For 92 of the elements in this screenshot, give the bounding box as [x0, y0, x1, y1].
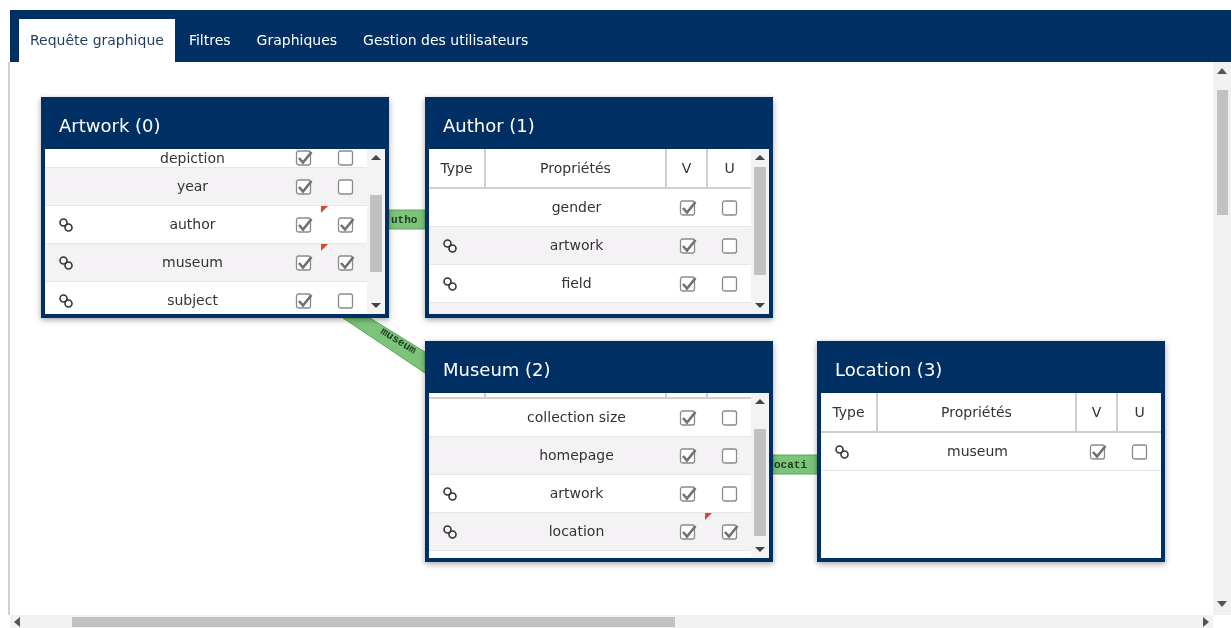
link-icon: [835, 444, 849, 459]
table-row[interactable]: subject: [45, 282, 367, 314]
property-name: depiction: [160, 149, 225, 168]
property-name: museum: [947, 442, 1008, 461]
checkbox[interactable]: [1088, 442, 1107, 461]
property-name: year: [176, 177, 209, 196]
checkbox[interactable]: [294, 149, 313, 167]
checkbox[interactable]: [678, 198, 697, 217]
card-title: Author (1): [443, 113, 535, 138]
horizontal-scrollbar[interactable]: [10, 615, 1213, 628]
table-row[interactable]: author: [45, 206, 367, 244]
column-header: Propriétés: [540, 158, 611, 178]
link-icon: [443, 486, 457, 501]
column-header: Type: [832, 402, 865, 422]
vertical-scrollbar[interactable]: [1213, 62, 1231, 615]
card-title: Museum (2): [443, 357, 551, 382]
property-name: homepage: [539, 446, 614, 465]
checkbox[interactable]: [720, 236, 739, 255]
column-header: V: [681, 158, 692, 178]
link-icon: [443, 276, 457, 291]
checkbox[interactable]: [336, 291, 355, 310]
table-row[interactable]: museum: [45, 244, 367, 282]
tab[interactable]: Requête graphique: [19, 19, 175, 62]
checkbox[interactable]: [720, 274, 739, 293]
checkbox[interactable]: [720, 408, 739, 427]
checkbox[interactable]: [678, 484, 697, 503]
checkbox[interactable]: [678, 236, 697, 255]
column-header: U: [1134, 402, 1145, 422]
checkbox[interactable]: [720, 446, 739, 465]
change-marker: [321, 205, 328, 213]
checkbox[interactable]: [678, 408, 697, 427]
table-row[interactable]: artwork: [429, 227, 751, 265]
property-name: collection size: [527, 408, 626, 427]
checkbox[interactable]: [294, 253, 313, 272]
checkbox[interactable]: [294, 291, 313, 310]
table-row[interactable]: homepage: [429, 437, 751, 475]
property-name: artwork: [549, 484, 604, 503]
property-name: location: [548, 522, 605, 541]
link-icon: [59, 217, 73, 232]
property-name: artwork: [549, 236, 604, 255]
scrollbar[interactable]: [367, 149, 385, 314]
column-header: U: [724, 158, 735, 178]
entity-card[interactable]: Author (1) Type Propriétés V U gender artwork field: [425, 97, 773, 318]
table-row[interactable]: field: [429, 265, 751, 303]
checkbox[interactable]: [294, 177, 313, 196]
checkbox[interactable]: [678, 446, 697, 465]
scrollbar[interactable]: [751, 393, 769, 558]
entity-card[interactable]: Museum (2) collection size homepage artwork location: [425, 341, 773, 562]
property-name: author: [169, 215, 216, 234]
checkbox[interactable]: [678, 274, 697, 293]
tab[interactable]: Graphiques: [244, 19, 350, 62]
table-row[interactable]: gender: [429, 189, 751, 227]
checkbox[interactable]: [294, 215, 313, 234]
connector: [388, 209, 426, 230]
change-marker: [321, 243, 328, 251]
checkbox[interactable]: [720, 484, 739, 503]
property-name: museum: [162, 253, 223, 272]
link-icon: [59, 255, 73, 270]
checkbox[interactable]: [336, 253, 355, 272]
entity-card[interactable]: Artwork (0) depiction year author museum subject: [41, 97, 389, 318]
tab[interactable]: Filtres: [176, 19, 243, 62]
card-title: Artwork (0): [59, 113, 161, 138]
edge-label: utho: [391, 214, 418, 226]
table-row[interactable]: year: [45, 168, 367, 206]
table-row[interactable]: depiction: [45, 149, 367, 168]
change-marker: [705, 512, 712, 520]
column-header: Type: [440, 158, 473, 178]
table-row[interactable]: artwork: [429, 475, 751, 513]
checkbox[interactable]: [336, 215, 355, 234]
checkbox[interactable]: [720, 522, 739, 541]
scrollbar[interactable]: [751, 149, 769, 314]
table-row[interactable]: location: [429, 513, 751, 551]
checkbox[interactable]: [336, 149, 355, 167]
tab[interactable]: Gestion des utilisateurs: [351, 19, 541, 62]
connector: [772, 454, 818, 475]
link-icon: [443, 524, 457, 539]
checkbox[interactable]: [678, 522, 697, 541]
table-row[interactable]: collection size: [429, 399, 751, 437]
checkbox[interactable]: [720, 198, 739, 217]
entity-card[interactable]: Location (3) Type Propriétés V U museum: [817, 341, 1165, 562]
property-name: field: [561, 274, 592, 293]
table-row[interactable]: museum: [821, 433, 1161, 471]
column-header: Propriétés: [941, 402, 1012, 422]
column-header: V: [1091, 402, 1102, 422]
property-name: gender: [551, 198, 602, 217]
link-icon: [443, 238, 457, 253]
edge-label: ocati: [774, 459, 807, 471]
checkbox[interactable]: [336, 177, 355, 196]
checkbox[interactable]: [1130, 442, 1149, 461]
link-icon: [59, 293, 73, 308]
property-name: subject: [167, 291, 218, 310]
card-title: Location (3): [835, 357, 943, 382]
